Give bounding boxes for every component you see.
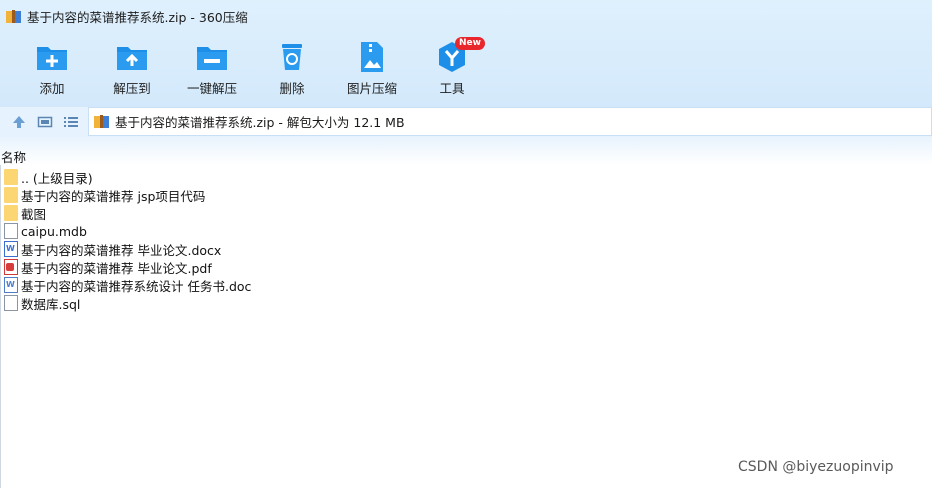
column-header-name[interactable]: 名称 <box>1 147 26 166</box>
list-item[interactable]: caipu.mdb <box>0 222 600 240</box>
list-item[interactable]: 基于内容的菜谱推荐 jsp项目代码 <box>0 186 600 204</box>
file-name: caipu.mdb <box>21 223 87 239</box>
window-title-bar: 基于内容的菜谱推荐系统.zip - 360压缩 <box>6 6 248 26</box>
extract-here-icon <box>195 40 229 74</box>
doc-icon <box>4 277 18 293</box>
delete-button[interactable]: 删除 <box>250 34 334 100</box>
list-item[interactable]: 基于内容的菜谱推荐系统设计 任务书.doc <box>0 276 600 294</box>
address-text: 基于内容的菜谱推荐系统.zip - 解包大小为 12.1 MB <box>115 115 405 130</box>
main-toolbar: 添加 解压到 一键解压 删除 图片压缩 New 工具 <box>0 34 520 104</box>
tools-cube-icon: New <box>435 37 485 74</box>
list-item[interactable]: 截图 <box>0 204 600 222</box>
file-icon <box>4 223 18 239</box>
window-title: 基于内容的菜谱推荐系统.zip - 360压缩 <box>27 9 248 25</box>
new-badge: New <box>455 37 485 50</box>
file-list: .. (上级目录) 基于内容的菜谱推荐 jsp项目代码 截图 caipu.mdb… <box>0 168 600 312</box>
file-name: 截图 <box>21 206 47 222</box>
file-name: .. (上级目录) <box>21 170 93 186</box>
file-name: 基于内容的菜谱推荐系统设计 任务书.doc <box>21 278 252 294</box>
file-name: 数据库.sql <box>21 296 81 312</box>
list-item[interactable]: .. (上级目录) <box>0 168 600 186</box>
folder-icon <box>4 205 18 221</box>
zip-archive-icon <box>6 9 21 24</box>
column-header-row <box>0 137 932 165</box>
list-item[interactable]: 基于内容的菜谱推荐 毕业论文.pdf <box>0 258 600 276</box>
folder-icon <box>4 169 18 185</box>
add-label: 添加 <box>39 81 65 96</box>
pdf-icon <box>4 259 18 275</box>
image-compress-label: 图片压缩 <box>346 81 397 96</box>
image-compress-button[interactable]: 图片压缩 <box>330 34 414 100</box>
file-name: 基于内容的菜谱推荐 毕业论文.pdf <box>21 260 212 276</box>
recycle-bin-icon <box>275 40 309 74</box>
folder-icon <box>4 187 18 203</box>
tools-label: 工具 <box>439 81 465 96</box>
list-view-icon[interactable] <box>63 114 79 130</box>
add-button[interactable]: 添加 <box>10 34 94 100</box>
thumbnail-view-icon[interactable] <box>37 114 53 130</box>
address-bar[interactable]: 基于内容的菜谱推荐系统.zip - 解包大小为 12.1 MB <box>88 107 932 136</box>
file-name: 基于内容的菜谱推荐 毕业论文.docx <box>21 242 222 258</box>
word-icon <box>4 241 18 257</box>
add-folder-icon <box>35 40 69 74</box>
up-arrow-icon[interactable] <box>11 114 27 130</box>
tools-button[interactable]: New 工具 <box>410 34 494 100</box>
list-item[interactable]: 数据库.sql <box>0 294 600 312</box>
delete-label: 删除 <box>279 81 305 96</box>
zip-archive-icon <box>94 114 109 129</box>
list-item[interactable]: 基于内容的菜谱推荐 毕业论文.docx <box>0 240 600 258</box>
extract-to-button[interactable]: 解压到 <box>90 34 174 100</box>
extract-folder-icon <box>115 40 149 74</box>
file-icon <box>4 295 18 311</box>
image-zip-icon <box>355 40 389 74</box>
extract-to-label: 解压到 <box>113 81 151 96</box>
one-click-extract-button[interactable]: 一键解压 <box>170 34 254 100</box>
file-name: 基于内容的菜谱推荐 jsp项目代码 <box>21 188 206 204</box>
watermark: CSDN @biyezuopinvip <box>738 459 894 475</box>
one-click-extract-label: 一键解压 <box>186 81 237 96</box>
